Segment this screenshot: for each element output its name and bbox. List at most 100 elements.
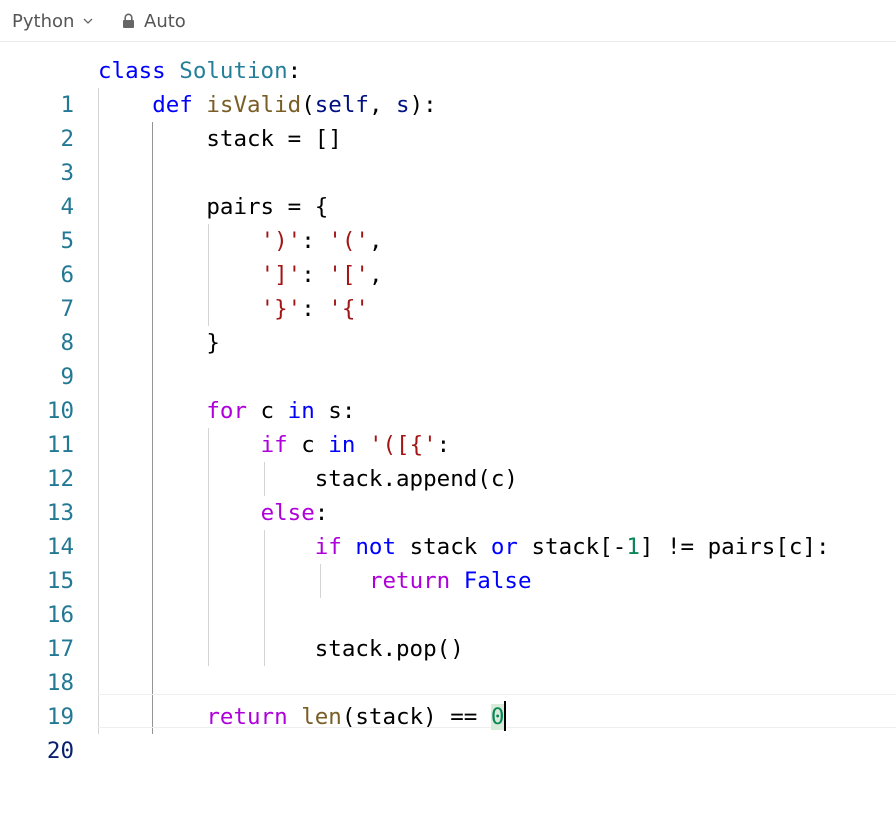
control-keyword-token: if: [260, 432, 288, 458]
string-token: '{': [328, 296, 369, 322]
code-text: return False: [98, 564, 532, 598]
code-token: ] != pairs[c]:: [639, 534, 830, 560]
code-line: 5 pairs = {: [0, 190, 896, 254]
control-keyword-token: return: [368, 568, 451, 594]
code-token: :: [287, 58, 302, 84]
text-cursor: [504, 700, 507, 731]
code-line: 17: [0, 598, 896, 662]
parameter-token: self: [314, 92, 369, 118]
chevron-down-icon: [83, 18, 93, 24]
code-token: c: [247, 398, 288, 424]
code-line: 19: [0, 666, 896, 730]
function-name-token: len: [301, 704, 342, 730]
code-token: (stack) ==: [341, 704, 491, 730]
keyword-token: not: [355, 534, 397, 560]
code-token: ,: [368, 228, 383, 254]
code-text: stack.pop(): [98, 636, 464, 662]
string-token: '(': [328, 228, 369, 254]
auto-format-toggle[interactable]: Auto: [122, 9, 186, 33]
number-token: 0: [490, 704, 505, 730]
code-text: ')': '(',: [98, 224, 383, 258]
code-token: (: [301, 92, 315, 118]
code-line-active: 20 return len(stack) == 0: [0, 700, 896, 764]
lock-icon: [123, 13, 134, 28]
code-text: ']': '[',: [98, 258, 383, 292]
keyword-token: or: [490, 534, 518, 560]
language-select[interactable]: Python: [12, 9, 93, 33]
code-token: s:: [314, 398, 356, 424]
keyword-token: in: [287, 398, 315, 424]
code-line: 4: [0, 156, 896, 220]
code-token: ,: [368, 92, 397, 118]
code-line: 16 return False: [0, 564, 896, 628]
code-text: stack.append(c): [98, 466, 518, 492]
string-token: '}': [260, 296, 302, 322]
code-text: if c in '([{':: [98, 428, 451, 462]
code-line: 9 }: [0, 326, 896, 390]
string-token: ']': [260, 262, 302, 288]
code-text: '}': '{': [98, 292, 369, 326]
code-line: 2 def isValid(self, s):: [0, 88, 896, 152]
line-number: 20: [46, 738, 74, 764]
code-line: 12 if c in '([{':: [0, 428, 896, 492]
function-name-token: isValid: [206, 92, 302, 118]
code-token: :: [301, 296, 329, 322]
control-keyword-token: for: [206, 398, 248, 424]
editor-toolbar: Python Auto: [0, 0, 896, 42]
parameter-token: s: [396, 92, 410, 118]
code-line: 7 ']': '[',: [0, 258, 896, 322]
keyword-token: in: [328, 432, 356, 458]
code-token: stack[-: [517, 534, 627, 560]
control-keyword-token: else: [260, 500, 315, 526]
code-line: 10: [0, 360, 896, 424]
code-text: class Solution:: [98, 54, 301, 88]
code-editor[interactable]: 1 class Solution: 2 def isValid(self, s)…: [0, 54, 896, 764]
string-token: '[': [328, 262, 369, 288]
code-line: 1 class Solution:: [0, 54, 896, 118]
code-token: :: [314, 500, 329, 526]
code-line: 13 stack.append(c): [0, 462, 896, 526]
language-label: Python: [12, 10, 75, 32]
code-token: ):: [409, 92, 437, 118]
code-token: :: [301, 262, 329, 288]
code-line: 15 if not stack or stack[-1] != pairs[c]…: [0, 530, 896, 594]
code-text: stack = []: [98, 126, 342, 152]
code-line: 6 ')': '(',: [0, 224, 896, 288]
code-text: for c in s:: [98, 394, 355, 428]
code-text: if not stack or stack[-1] != pairs[c]:: [98, 530, 830, 564]
keyword-token: def: [152, 92, 193, 118]
control-keyword-token: if: [314, 534, 342, 560]
auto-format-label: Auto: [144, 10, 186, 32]
string-token: '([{': [368, 432, 437, 458]
code-token: c: [287, 432, 329, 458]
control-keyword-token: return: [206, 704, 288, 730]
keyword-token: False: [463, 568, 532, 594]
code-text: pairs = {: [98, 194, 329, 220]
number-token: 1: [626, 534, 640, 560]
code-line: 11 for c in s:: [0, 394, 896, 458]
code-line: 14 else:: [0, 496, 896, 560]
code-token: stack: [396, 534, 491, 560]
keyword-token: class: [98, 58, 166, 84]
class-name-token: Solution: [179, 58, 288, 84]
code-text: def isValid(self, s):: [98, 88, 437, 122]
code-text: }: [98, 330, 220, 356]
code-line: 8 '}': '{': [0, 292, 896, 356]
code-line: 18 stack.pop(): [0, 632, 896, 696]
code-line: 3 stack = []: [0, 122, 896, 186]
code-text: else:: [98, 496, 329, 530]
code-token: :: [436, 432, 451, 458]
